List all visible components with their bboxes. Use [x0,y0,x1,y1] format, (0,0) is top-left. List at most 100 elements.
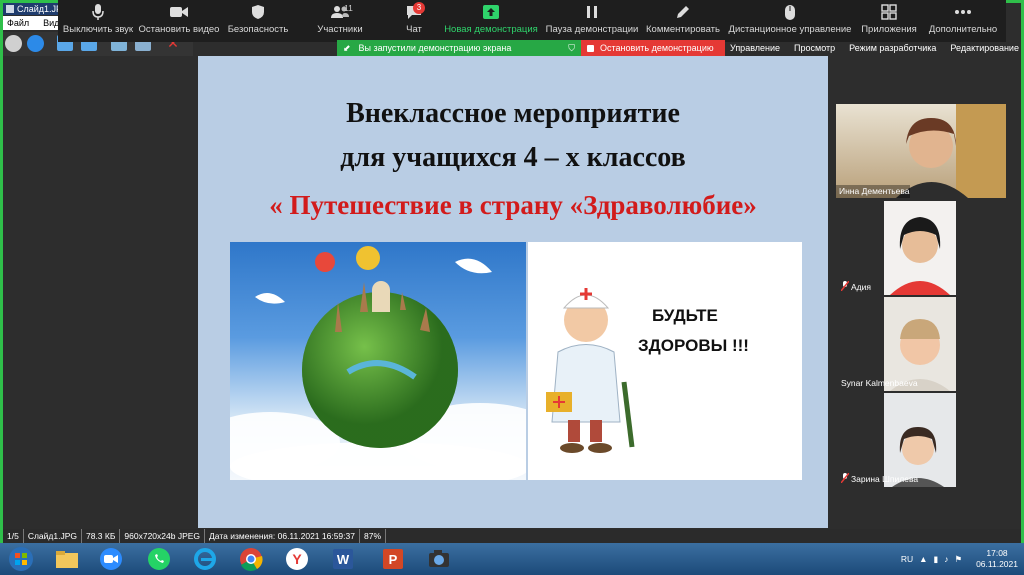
chat-label: Чат [406,24,422,35]
file-explorer-icon[interactable] [48,545,86,573]
svg-text:W: W [337,552,350,567]
network-icon[interactable]: ▮ [934,554,939,565]
clock[interactable]: 17:08 06.11.2021 [976,548,1018,570]
participants-label: Участники [317,24,363,35]
participant-name-3: Synar Kalmenbaeva [841,378,918,388]
security-button[interactable]: Безопасность [226,0,290,42]
pause-icon [587,6,597,18]
participants-button[interactable]: 11 Участники [314,0,366,42]
status-file: Слайд1.JPG [24,529,82,543]
camera-app-icon[interactable] [420,545,458,573]
menu-view[interactable]: Вид [43,18,59,28]
menu-file[interactable]: Файл [7,18,29,28]
zoom-share-toolbar: Выключить звук Остановить видео Безопасн… [58,0,1006,42]
participant-video-1 [896,104,1006,198]
slide-title-line1: Внеклассное мероприятие [346,98,680,129]
yandex-browser-icon[interactable]: Y [278,545,316,573]
ribbon-tab-manage[interactable]: Управление [730,40,780,56]
annotate-label: Комментировать [646,24,720,35]
microphone-icon [92,4,104,20]
language-indicator[interactable]: RU [901,554,913,564]
previous-icon[interactable] [5,35,22,52]
muted-mic-icon [840,472,850,484]
remote-control-button[interactable]: Дистанционное управление [728,0,852,42]
system-tray: RU ▲ ▮ ♪ ⚑ 17:08 06.11.2021 [901,543,1018,575]
mute-button[interactable]: Выключить звук [62,0,134,42]
doctor-text-line1: БУДЬТЕ [652,306,718,325]
whatsapp-icon[interactable] [140,545,178,573]
ribbon-tab-view[interactable]: Просмотр [794,40,835,56]
volume-icon[interactable]: ♪ [944,554,948,564]
chat-badge: 3 [413,2,425,14]
doctor-illustration [546,288,635,453]
pause-share-label: Пауза демонстрации [545,24,639,35]
planet-illustration [230,246,526,480]
zoom-app-icon[interactable] [92,545,130,573]
new-share-label: Новая демонстрация [444,24,538,35]
clock-date: 06.11.2021 [976,559,1018,569]
apps-button[interactable]: Приложения [858,0,920,42]
stop-square-icon [587,44,594,52]
status-zoom: 87% [360,529,386,543]
slide-subtitle: « Путешествие в страну «Здраволюбие» [269,190,757,220]
sharing-arrow-icon: ⬋ [343,43,351,53]
svg-text:P: P [389,552,398,567]
participant-video-2 [890,217,950,295]
mute-label: Выключить звук [62,24,134,35]
status-size: 78.3 КБ [82,529,121,543]
video-camera-icon [170,7,188,17]
svg-text:Y: Y [292,551,302,567]
pen-icon [677,6,689,18]
participant-name-1: Инна Дементьева [836,185,910,198]
participant-tile-2[interactable] [884,201,956,295]
muted-mic-icon [840,280,850,292]
participants-count: 11 [344,3,353,13]
slide-image: Внеклассное мероприятие для учащихся 4 –… [198,56,828,528]
stop-video-button[interactable]: Остановить видео [138,0,220,42]
flag-icon[interactable]: ⚑ [954,554,962,565]
clock-time: 17:08 [986,548,1008,558]
share-screen-icon [483,5,499,19]
status-page: 1/5 [3,529,24,543]
stop-video-label: Остановить видео [138,24,220,35]
share-banner: ⬋ Вы запустили демонстрацию экрана ⛉ Ост… [337,40,725,56]
tray-chevron-icon[interactable]: ▲ [919,554,927,564]
internet-explorer-icon[interactable] [186,545,224,573]
chat-button[interactable]: 3 Чат [398,0,430,42]
shield-icon [252,5,264,19]
powerpoint-ribbon-tabs: Управление Просмотр Режим разработчика Р… [730,40,1019,56]
pause-share-button[interactable]: Пауза демонстрации [546,0,638,42]
status-dimensions: 960x720x24b JPEG [120,529,206,543]
ribbon-tab-developer[interactable]: Режим разработчика [849,40,936,56]
status-modified: Дата изменения: 06.11.2021 16:59:37 [205,529,360,543]
powerpoint-icon[interactable]: P [374,545,412,573]
doctor-picture: БУДЬТЕ ЗДОРОВЫ !!! [528,242,802,480]
mouse-icon [785,4,795,20]
windows-start-icon[interactable] [2,545,40,573]
chrome-icon[interactable] [232,545,270,573]
new-share-button[interactable]: Новая демонстрация [444,0,538,42]
apps-icon [881,4,897,20]
word-icon[interactable]: W [324,545,362,573]
next-icon[interactable] [27,35,44,52]
participant-name-2: Адия [838,280,871,294]
ribbon-tab-editing[interactable]: Редактирование [950,40,1019,56]
sharing-notice-text: Вы запустили демонстрацию экрана [358,43,512,53]
security-label: Безопасность [227,24,289,35]
stop-share-button[interactable]: Остановить демонстрацию [581,40,725,56]
more-label: Дополнительно [928,24,998,35]
viewer-status-bar: 1/5 Слайд1.JPG 78.3 КБ 960x720x24b JPEG … [3,529,1021,543]
more-button[interactable]: Дополнительно [928,0,998,42]
planet-picture [230,242,526,480]
image-file-icon [6,5,14,13]
doctor-text-line2: ЗДОРОВЫ !!! [638,336,749,355]
shield-check-icon: ⛉ [568,43,575,53]
slide-title-line2: для учащихся 4 – х классов [340,142,686,173]
participant-tile-1[interactable]: Инна Дементьева [836,104,1006,198]
windows-taskbar: Y W P RU ▲ ▮ ♪ ⚑ 17:08 06.11.2021 [0,543,1024,575]
annotate-button[interactable]: Комментировать [646,0,720,42]
stop-share-label: Остановить демонстрацию [600,43,714,53]
more-dots-icon [955,10,971,14]
sharing-notice: ⬋ Вы запустили демонстрацию экрана ⛉ [337,40,581,56]
apps-label: Приложения [861,24,917,35]
